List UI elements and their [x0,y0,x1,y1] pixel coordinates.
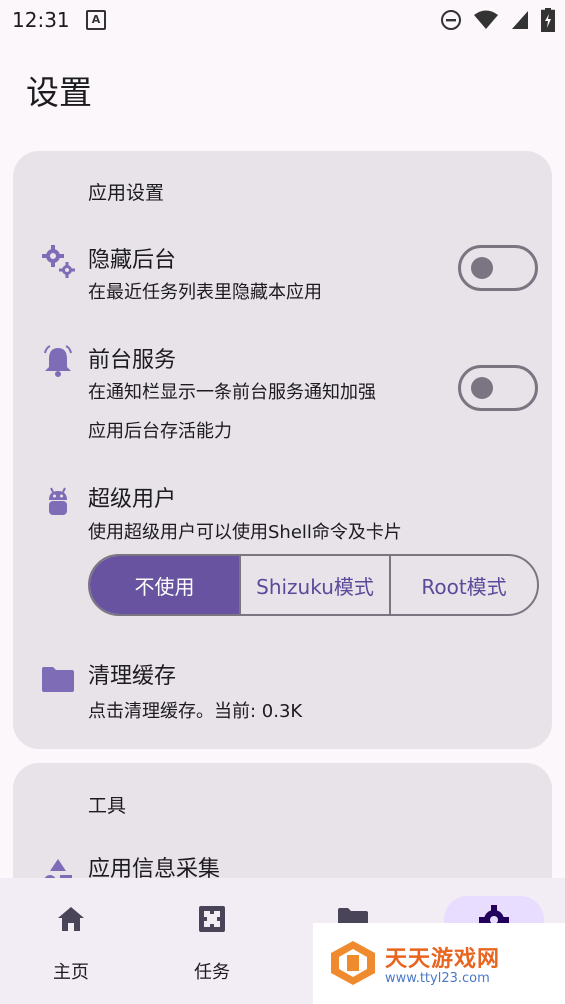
nav-item-home[interactable]: 主页 [21,878,121,1004]
signal-icon [511,11,528,29]
folder-icon [42,667,74,692]
nav-label-home: 主页 [53,962,89,983]
watermark-brand: 天天游戏网 [385,947,501,972]
hide-background-description: 在最近任务列表里隐藏本应用 [88,282,322,303]
do-not-disturb-icon [440,10,461,30]
app-settings-card: 应用设置 隐藏后台 在最近任务列表里隐藏本应用 前台服务 在通知栏显示一条前台服… [13,151,552,749]
watermark: 天天游戏网 www.ttyl23.com [313,923,565,1004]
hide-background-title: 隐藏后台 [88,248,177,273]
superuser-option-shizuku[interactable]: Shizuku模式 [239,556,389,614]
status-time: 12:31 [12,8,70,32]
clear-cache-title: 清理缓存 [88,664,177,689]
status-icons [434,8,555,32]
tools-header: 工具 [88,795,127,817]
home-icon [58,907,84,931]
android-icon [49,487,67,515]
tasks-icon [199,906,225,932]
clear-cache-description: 点击清理缓存。当前: 0.3K [88,701,303,722]
notification-a-icon: A [86,10,106,30]
foreground-service-title: 前台服务 [88,348,177,373]
superuser-title: 超级用户 [88,487,177,512]
superuser-option-root[interactable]: Root模式 [389,556,537,614]
switch-thumb [471,377,493,399]
switch-thumb [471,257,493,279]
app-settings-header: 应用设置 [88,182,165,204]
nav-label-tasks: 任务 [194,962,230,983]
battery-charging-icon [541,8,555,32]
watermark-url: www.ttyl23.com [385,971,490,986]
gears-icon [42,245,75,278]
bell-icon [44,345,72,377]
superuser-option-none[interactable]: 不使用 [90,556,239,614]
superuser-description: 使用超级用户可以使用Shell命令及卡片 [88,522,402,543]
foreground-service-description-line1: 在通知栏显示一条前台服务通知加强 [88,382,376,403]
watermark-logo-icon [331,941,375,985]
nav-item-tasks[interactable]: 任务 [162,878,262,1004]
wifi-icon [473,10,498,29]
hide-background-switch[interactable] [458,245,538,291]
superuser-mode-selector: 不使用 Shizuku模式 Root模式 [88,554,539,616]
status-bar: 12:31 A [0,0,565,38]
foreground-service-description-line2: 应用后台存活能力 [88,421,232,442]
foreground-service-switch[interactable] [458,365,538,411]
page-title: 设置 [26,73,92,112]
